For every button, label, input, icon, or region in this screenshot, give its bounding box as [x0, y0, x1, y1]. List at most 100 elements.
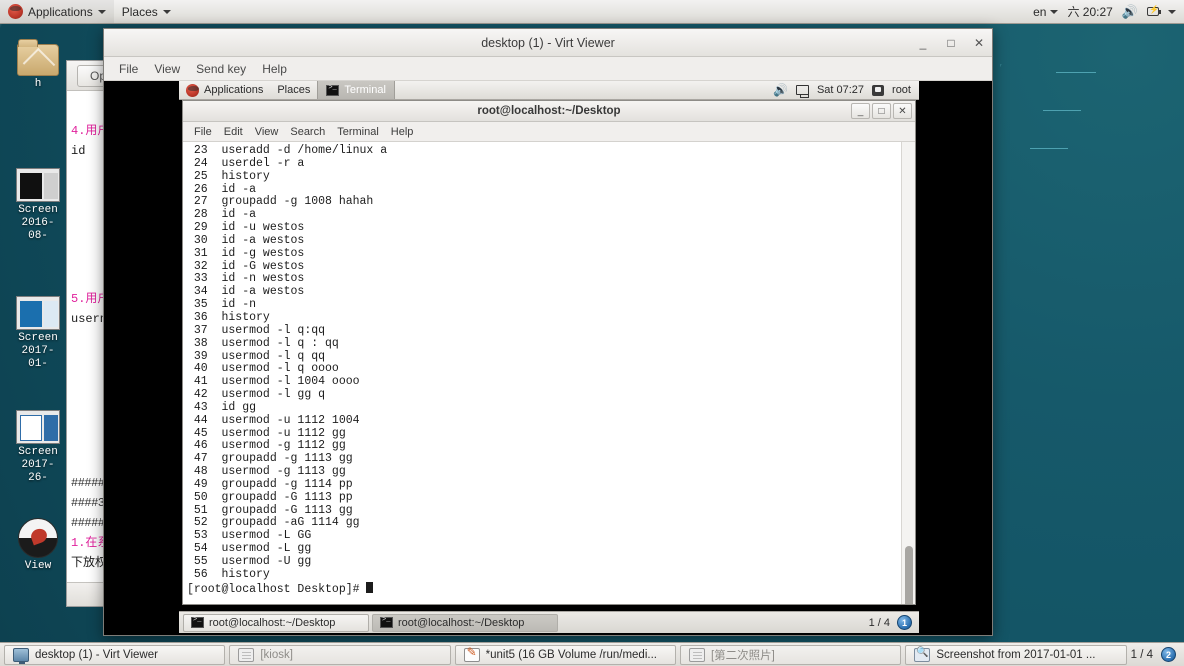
virt-viewer-title: desktop (1) - Virt Viewer — [481, 35, 615, 50]
guest-workspace-indicator[interactable]: 1 / 4 — [869, 617, 890, 629]
maximize-button[interactable]: □ — [872, 103, 891, 119]
terminal-body[interactable]: 23 useradd -d /home/linux a 24 userdel -r… — [183, 142, 915, 604]
host-task-kiosk[interactable]: [kiosk] — [229, 644, 451, 665]
guest-top-panel: Applications Places Terminal 🔊 Sat 07:27… — [179, 81, 919, 100]
chevron-down-icon — [97, 9, 106, 14]
terminal-line: 30 id -a westos — [187, 233, 901, 248]
redhat-ball-icon — [18, 518, 58, 558]
chevron-down-icon — [1050, 9, 1059, 14]
terminal-scrollbar[interactable] — [901, 142, 915, 604]
history-number: 42 — [193, 388, 208, 402]
wallpaper-line — [1030, 148, 1068, 149]
guest-task-item[interactable]: root@localhost:~/Desktop — [183, 613, 369, 632]
speaker-muted-icon[interactable]: 🔊 — [1122, 5, 1138, 18]
terminal-icon — [380, 616, 393, 628]
screenshot-viewer-icon — [914, 647, 931, 662]
user-icon[interactable] — [872, 84, 885, 96]
history-number: 31 — [193, 246, 208, 260]
terminal-cursor — [366, 581, 374, 593]
applications-menu[interactable]: Applications — [0, 0, 114, 23]
close-button[interactable]: ✕ — [893, 103, 912, 119]
host-pager-badge[interactable]: 2 — [1161, 647, 1177, 662]
host-task-screenshot[interactable]: Screenshot from 2017-01-01 ... — [905, 644, 1127, 665]
maximize-button[interactable]: □ — [944, 36, 958, 50]
chevron-down-icon — [162, 9, 171, 14]
history-number: 25 — [193, 169, 208, 183]
terminal-menu-file[interactable]: File — [188, 124, 218, 140]
host-task-unit5[interactable]: *unit5 (16 GB Volume /run/medi... — [454, 644, 676, 665]
applications-menu-label: Applications — [28, 4, 93, 19]
terminal-line: 35 id -n — [187, 298, 901, 312]
redhat-logo-icon — [186, 83, 199, 97]
terminal-window-controls: _ □ ✕ — [851, 103, 912, 119]
terminal-menu-search[interactable]: Search — [284, 124, 331, 140]
terminal-titlebar[interactable]: root@localhost:~/Desktop _ □ ✕ — [183, 101, 915, 122]
terminal-menu-help[interactable]: Help — [385, 124, 420, 140]
minimize-button[interactable]: _ — [851, 103, 870, 119]
menu-send-key[interactable]: Send key — [189, 59, 253, 79]
wallpaper-accent-lines — [1000, 64, 1184, 304]
host-workspace-indicator[interactable]: 1 / 4 — [1131, 649, 1153, 661]
history-number: 30 — [193, 233, 208, 247]
wallpaper-line — [1043, 110, 1081, 111]
terminal-line: 44 usermod -u 1112 1004 — [187, 413, 901, 428]
menu-file[interactable]: File — [112, 59, 145, 79]
places-menu[interactable]: Places — [114, 0, 179, 23]
guest-desktop[interactable]: Applications Places Terminal 🔊 Sat 07:27… — [179, 81, 919, 633]
terminal-line: 49 groupadd -g 1114 pp — [187, 478, 901, 492]
menu-view[interactable]: View — [147, 59, 187, 79]
host-task-label: [第二次照片] — [710, 649, 775, 662]
network-disconnected-icon[interactable] — [795, 85, 809, 98]
monitor-icon — [13, 647, 29, 664]
guest-taskbar-tray: 1 / 4 1 — [869, 615, 915, 630]
chevron-down-icon[interactable] — [1168, 9, 1176, 14]
host-task-photos[interactable]: [第二次照片] — [679, 644, 902, 665]
guest-places-menu[interactable]: Places — [270, 81, 317, 99]
host-task-virt-viewer[interactable]: desktop (1) - Virt Viewer — [4, 644, 226, 665]
history-number: 24 — [193, 156, 208, 170]
virt-viewer-titlebar[interactable]: desktop (1) - Virt Viewer _ □ ✕ — [104, 29, 992, 57]
keyboard-layout-indicator[interactable]: en — [1033, 5, 1059, 19]
guest-pager-badge[interactable]: 1 — [897, 615, 912, 630]
terminal-line: 36 history — [187, 311, 901, 325]
guest-applications-menu[interactable]: Applications — [179, 81, 270, 99]
history-number: 23 — [193, 144, 208, 157]
redhat-logo-icon — [8, 4, 23, 19]
menu-help[interactable]: Help — [255, 59, 294, 79]
terminal-line: 23 useradd -d /home/linux a — [187, 144, 901, 158]
close-button[interactable]: ✕ — [972, 36, 986, 50]
host-task-label: Screenshot from 2017-01-01 ... — [936, 648, 1096, 661]
history-number: 44 — [193, 413, 208, 427]
guest-terminal-window[interactable]: root@localhost:~/Desktop _ □ ✕ File Edit… — [182, 100, 916, 605]
desktop-icon-label: Screen 2017- 26- — [18, 446, 58, 484]
guest-task-item-label: root@localhost:~/Desktop — [209, 616, 336, 629]
terminal-menu-terminal[interactable]: Terminal — [331, 124, 385, 140]
virt-viewer-window[interactable]: desktop (1) - Virt Viewer _ □ ✕ File Vie… — [103, 28, 993, 636]
guest-window-list-terminal[interactable]: Terminal — [317, 81, 395, 99]
clock[interactable]: 六 20:27 — [1067, 3, 1112, 20]
terminal-line: 37 usermod -l q:qq — [187, 324, 901, 338]
guest-clock-label[interactable]: Sat 07:27 — [817, 84, 864, 96]
terminal-scrollbar-thumb[interactable] — [905, 546, 913, 604]
host-task-label: *unit5 (16 GB Volume /run/medi... — [485, 648, 657, 661]
terminal-line: 55 usermod -U gg — [187, 555, 901, 569]
host-task-label: [kiosk] — [260, 648, 293, 661]
terminal-output[interactable]: 23 useradd -d /home/linux a 24 userdel -r… — [183, 142, 901, 604]
host-top-panel: Applications Places en 六 20:27 🔊 — [0, 0, 1184, 24]
battery-charging-icon[interactable] — [1147, 5, 1161, 16]
terminal-line: 43 id gg — [187, 401, 901, 415]
guest-task-item[interactable]: root@localhost:~/Desktop — [372, 613, 558, 632]
virt-viewer-guest-display[interactable]: Applications Places Terminal 🔊 Sat 07:27… — [104, 81, 992, 635]
terminal-prompt-line: [root@localhost Desktop]# — [187, 581, 901, 597]
terminal-menu-edit[interactable]: Edit — [218, 124, 249, 140]
history-number: 48 — [193, 465, 208, 479]
terminal-line: 27 groupadd -g 1008 hahah — [187, 196, 901, 209]
minimize-button[interactable]: _ — [916, 36, 930, 50]
places-menu-label: Places — [121, 4, 158, 19]
clock-label: 六 20:27 — [1067, 5, 1113, 19]
guest-user-label[interactable]: root — [892, 84, 911, 96]
terminal-menu-view[interactable]: View — [249, 124, 285, 140]
history-number: 29 — [193, 221, 208, 235]
speaker-icon[interactable]: 🔊 — [773, 83, 788, 97]
guest-taskbar: root@localhost:~/Desktop root@localhost:… — [179, 611, 919, 633]
